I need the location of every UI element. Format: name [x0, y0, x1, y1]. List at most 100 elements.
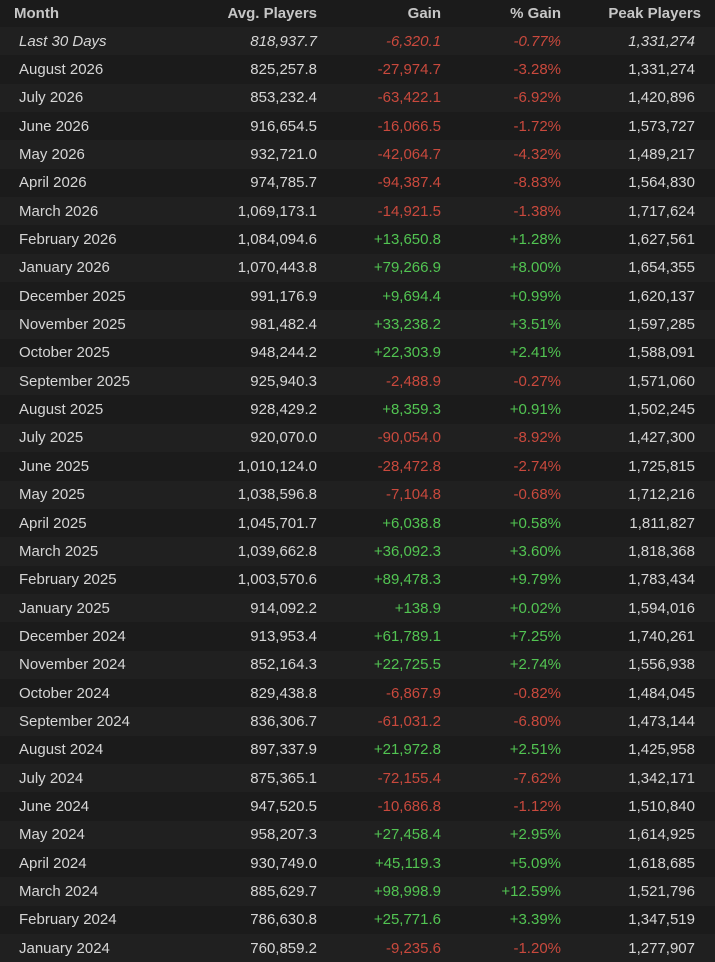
- peak-players-cell: 1,783,434: [628, 571, 695, 589]
- percent-gain-cell: +5.09%: [509, 854, 561, 872]
- gain-cell: +6,038.8: [382, 514, 441, 532]
- table-row: December 2025 991,176.9 +9,694.4 +0.99% 1,62…: [0, 282, 715, 311]
- percent-gain-cell: -1.72%: [513, 117, 561, 135]
- gain-cell: +61,789.1: [373, 627, 441, 645]
- month-cell: October 2024: [19, 684, 110, 702]
- percent-gain-cell: +3.39%: [509, 911, 561, 929]
- percent-gain-cell: +2.74%: [509, 656, 561, 674]
- peak-players-cell: 1,420,896: [628, 89, 695, 107]
- table-row: July 2025 920,070.0 -90,054.0 -8.92% 1,427,3…: [0, 423, 715, 453]
- gain-cell: +13,650.8: [373, 231, 441, 249]
- percent-gain-cell: +2.51%: [509, 741, 561, 759]
- gain-cell: +21,972.8: [373, 741, 441, 759]
- avg-players-cell: 836,306.7: [250, 712, 317, 730]
- month-cell: November 2024: [19, 656, 126, 674]
- month-cell: February 2025: [19, 571, 117, 589]
- avg-players-cell: 928,429.2: [250, 401, 317, 419]
- month-cell: January 2025: [19, 599, 110, 617]
- table-row: June 2026 916,654.5 -16,066.5 -1.72% 1,573,7…: [0, 112, 715, 141]
- month-cell: October 2025: [19, 344, 110, 362]
- avg-players-cell: 932,721.0: [250, 146, 317, 164]
- peak-players-cell: 1,331,274: [628, 61, 695, 79]
- avg-players-cell: 974,785.7: [250, 174, 317, 192]
- percent-gain-cell: +1.28%: [509, 231, 561, 249]
- peak-players-cell: 1,489,217: [628, 146, 695, 164]
- avg-players-cell: 818,937.7: [250, 32, 317, 50]
- header-gain[interactable]: Gain: [317, 0, 441, 27]
- table-row: July 2026 853,232.4 -63,422.1 -6.92% 1,420,8…: [0, 83, 715, 113]
- peak-players-cell: 1,740,261: [628, 627, 695, 645]
- percent-gain-cell: -1.38%: [513, 202, 561, 220]
- avg-players-cell: 1,070,443.8: [237, 259, 317, 277]
- header-percent-gain[interactable]: % Gain: [441, 0, 561, 27]
- header-month[interactable]: Month: [0, 0, 205, 27]
- month-cell: March 2024: [19, 882, 99, 900]
- gain-cell: +27,458.4: [373, 826, 441, 844]
- gain-cell: -10,686.8: [377, 797, 441, 815]
- avg-players-cell: 853,232.4: [250, 89, 317, 107]
- percent-gain-cell: +2.95%: [509, 826, 561, 844]
- month-cell: March 2025: [19, 542, 99, 560]
- peak-players-cell: 1,425,958: [628, 741, 695, 759]
- table-row: January 2024 760,859.2 -9,235.6 -1.20% 1,277…: [0, 934, 715, 962]
- table-row: August 2025 928,429.2 +8,359.3 +0.91% 1,502,…: [0, 395, 715, 424]
- percent-gain-cell: -0.68%: [513, 486, 561, 504]
- table-row: May 2026 932,721.0 -42,064.7 -4.32% 1,489,21…: [0, 140, 715, 169]
- avg-players-cell: 852,164.3: [250, 656, 317, 674]
- month-cell: January 2024: [19, 939, 110, 957]
- table-row: September 2025 925,940.3 -2,488.9 -0.27% 1,5…: [0, 367, 715, 396]
- month-cell: May 2025: [19, 486, 85, 504]
- month-cell: August 2025: [19, 401, 104, 419]
- table-row: May 2024 958,207.3 +27,458.4 +2.95% 1,614,92…: [0, 820, 715, 849]
- gain-cell: -9,235.6: [385, 939, 441, 957]
- month-cell: February 2024: [19, 911, 117, 929]
- table-row: December 2024 913,953.4 +61,789.1 +7.25% 1,7…: [0, 622, 715, 651]
- gain-cell: +36,092.3: [373, 542, 441, 560]
- month-cell: September 2024: [19, 712, 130, 730]
- avg-players-cell: 920,070.0: [250, 429, 317, 447]
- percent-gain-cell: -3.28%: [513, 61, 561, 79]
- peak-players-cell: 1,521,796: [628, 882, 695, 900]
- month-cell: April 2026: [19, 174, 87, 192]
- avg-players-cell: 925,940.3: [250, 372, 317, 390]
- peak-players-cell: 1,277,907: [628, 939, 695, 957]
- table-row: November 2025 981,482.4 +33,238.2 +3.51% 1,5…: [0, 310, 715, 339]
- peak-players-cell: 1,614,925: [628, 826, 695, 844]
- peak-players-cell: 1,654,355: [628, 259, 695, 277]
- month-cell: February 2026: [19, 231, 117, 249]
- percent-gain-cell: -0.82%: [513, 684, 561, 702]
- month-cell: July 2024: [19, 769, 84, 787]
- avg-players-cell: 948,244.2: [250, 344, 317, 362]
- table-body: Last 30 Days 818,937.7 -6,320.1 -0.77% 1,331…: [0, 27, 715, 962]
- table-header: Month Avg. Players Gain % Gain Peak Play…: [0, 0, 715, 27]
- percent-gain-cell: -1.20%: [513, 939, 561, 957]
- peak-players-cell: 1,571,060: [628, 372, 695, 390]
- peak-players-cell: 1,811,827: [629, 514, 695, 532]
- table-row: June 2024 947,520.5 -10,686.8 -1.12% 1,510,8…: [0, 792, 715, 821]
- gain-cell: -27,974.7: [377, 61, 441, 79]
- avg-players-cell: 981,482.4: [250, 316, 317, 334]
- gain-cell: +33,238.2: [373, 316, 441, 334]
- gain-cell: +9,694.4: [382, 287, 441, 305]
- percent-gain-cell: +2.41%: [509, 344, 561, 362]
- header-row: Month Avg. Players Gain % Gain Peak Play…: [0, 0, 715, 27]
- table-row: October 2025 948,244.2 +22,303.9 +2.41% 1,58…: [0, 338, 715, 368]
- table-row: June 2025 1,010,124.0 -28,472.8 -2.74% 1,725…: [0, 452, 715, 481]
- avg-players-cell: 913,953.4: [250, 627, 317, 645]
- peak-players-cell: 1,556,938: [628, 656, 695, 674]
- header-peak-players[interactable]: Peak Players: [561, 0, 715, 27]
- table-row: April 2026 974,785.7 -94,387.4 -8.83% 1,564,…: [0, 168, 715, 198]
- peak-players-cell: 1,627,561: [628, 231, 695, 249]
- percent-gain-cell: +0.58%: [509, 514, 561, 532]
- percent-gain-cell: +0.91%: [509, 401, 561, 419]
- avg-players-cell: 1,010,124.0: [237, 457, 317, 475]
- gain-cell: -72,155.4: [377, 769, 441, 787]
- gain-cell: +8,359.3: [382, 401, 441, 419]
- month-cell: June 2024: [19, 797, 90, 815]
- month-cell: July 2025: [19, 429, 84, 447]
- month-cell: August 2026: [19, 61, 104, 79]
- gain-cell: +138.9: [394, 599, 441, 617]
- month-cell: September 2025: [19, 372, 130, 390]
- header-avg-players[interactable]: Avg. Players: [205, 0, 318, 27]
- gain-cell: -2,488.9: [385, 372, 441, 390]
